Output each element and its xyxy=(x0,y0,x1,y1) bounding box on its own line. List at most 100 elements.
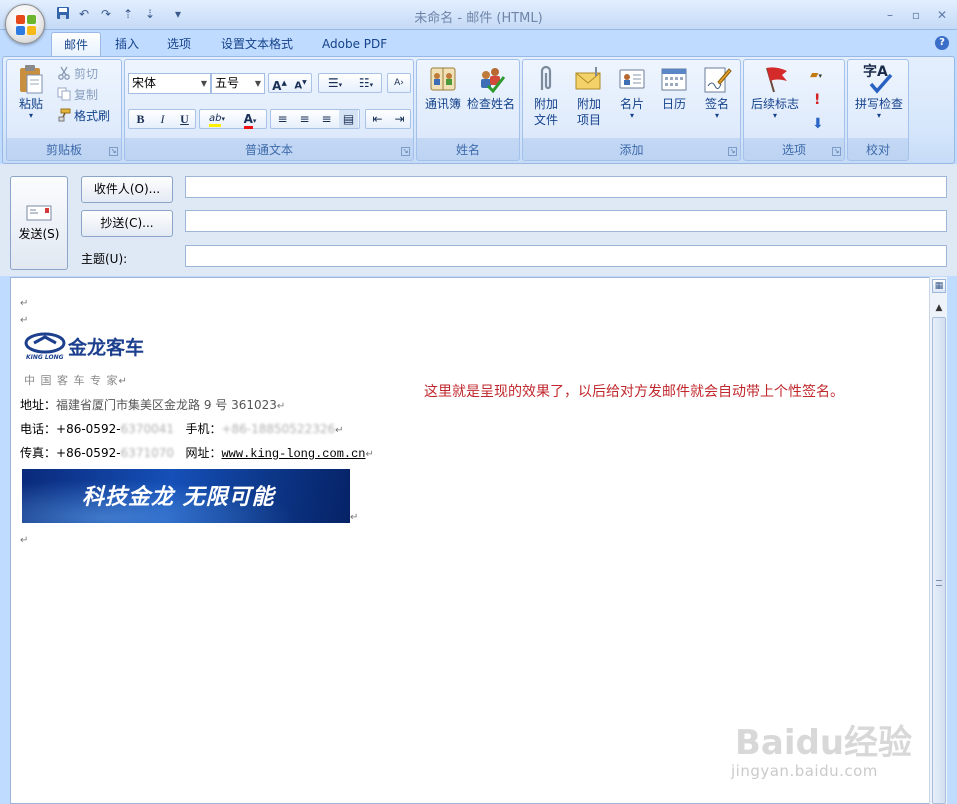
paragraph-mark: ↵ xyxy=(20,535,29,546)
low-importance-icon[interactable]: ⬇ xyxy=(812,116,826,132)
send-button[interactable]: 发送(S) xyxy=(10,176,68,270)
cc-button[interactable]: 抄送(C)... xyxy=(81,210,173,237)
tab-options[interactable]: 选项 xyxy=(155,32,203,57)
font-name-combo[interactable]: 宋体 ▼ xyxy=(128,73,211,94)
signature-button[interactable]: 签名 ▾ xyxy=(696,64,738,120)
basic-text-launcher-icon[interactable]: ↘ xyxy=(401,147,410,156)
spelling-check-icon: 字A xyxy=(863,64,895,94)
numbering-button[interactable]: ☷▾ xyxy=(351,74,381,92)
scroll-thumb[interactable] xyxy=(932,317,946,804)
align-group: ≡ ≡ ≡ ▤ xyxy=(270,109,360,129)
copy-button[interactable]: 复制 xyxy=(57,85,98,105)
justify-icon[interactable]: ▤ xyxy=(339,110,358,128)
calendar-button[interactable]: 日历 xyxy=(654,64,694,112)
basic-text-group: 宋体 ▼ 五号 ▼ A▲ A▼ ☰▾ ☷▾ A› B I U ab▾ A▾ ≡ ≡ … xyxy=(124,59,414,161)
scissors-icon xyxy=(57,66,71,80)
font-color-button[interactable]: A▾ xyxy=(234,110,266,129)
format-painter-icon xyxy=(57,108,71,122)
tab-insert[interactable]: 插入 xyxy=(103,32,151,57)
business-card-icon xyxy=(617,64,647,94)
attach-file-button[interactable]: 附加 文件 xyxy=(526,64,566,128)
copy-icon xyxy=(57,87,71,101)
bullets-button[interactable]: ☰▾ xyxy=(320,74,350,92)
format-painter-label: 格式刷 xyxy=(74,109,111,123)
tab-adobe-pdf[interactable]: Adobe PDF xyxy=(310,32,399,57)
to-field[interactable] xyxy=(185,176,947,198)
business-card-label: 名片 xyxy=(619,97,644,111)
attach-item-label-1: 附加 xyxy=(576,97,601,111)
font-grow-shrink-group: A▲ A▼ xyxy=(268,73,312,93)
attach-file-label-2: 文件 xyxy=(533,113,558,127)
spelling-button[interactable]: 字A 拼写检查 ▾ xyxy=(851,64,907,120)
names-group-label: 姓名 xyxy=(455,143,480,157)
subject-label: 主题(U): xyxy=(81,252,128,266)
categorize-icon[interactable]: ▰▾ xyxy=(810,68,836,84)
minimize-button[interactable]: – xyxy=(880,7,900,23)
follow-up-button[interactable]: 后续标志 ▾ xyxy=(747,64,803,120)
address-book-label: 通讯簿 xyxy=(424,97,461,111)
signature-label: 签名 xyxy=(704,97,729,111)
paste-button[interactable]: 粘贴 ▾ xyxy=(12,64,50,120)
align-left-icon[interactable]: ≡ xyxy=(273,110,292,128)
ribbon: 粘贴 ▾ 剪切 复制 格式刷 剪贴板 ↘ 宋体 ▼ 五号 ▼ A▲ A▼ ☰▾ ☷▾… xyxy=(2,56,955,164)
address-book-icon xyxy=(428,64,458,94)
highlight-button[interactable]: ab▾ xyxy=(201,110,233,128)
numbered-list-icon: ☷ xyxy=(358,76,370,90)
tab-mail[interactable]: 邮件 xyxy=(51,32,102,57)
business-card-button[interactable]: 名片 ▾ xyxy=(612,64,652,120)
options-launcher-icon[interactable]: ↘ xyxy=(832,147,841,156)
decrease-indent-icon[interactable]: ⇤ xyxy=(368,110,387,128)
shrink-font-button[interactable]: A▼ xyxy=(291,74,310,92)
maximize-button[interactable]: ▫ xyxy=(906,7,926,23)
cut-button[interactable]: 剪切 xyxy=(57,64,98,84)
chevron-down-icon: ▾ xyxy=(876,111,881,120)
grow-font-button[interactable]: A▲ xyxy=(270,74,289,93)
align-center-icon[interactable]: ≡ xyxy=(295,110,314,128)
font-size-combo[interactable]: 五号 ▼ xyxy=(211,73,265,94)
chevron-down-icon: ▾ xyxy=(714,111,719,120)
format-painter-button[interactable]: 格式刷 xyxy=(57,106,110,126)
indent-group: ⇤ ⇥ xyxy=(365,109,411,129)
baidu-watermark: Baidu经验 xyxy=(735,723,913,763)
scroll-up-icon[interactable]: ▲ xyxy=(932,303,946,315)
cc-field[interactable] xyxy=(185,210,947,232)
styles-icon[interactable]: A› xyxy=(389,74,409,92)
ruler-toggle-icon[interactable]: ▦ xyxy=(932,279,946,293)
address-book-button[interactable]: 通讯簿 xyxy=(421,64,465,112)
calendar-label: 日历 xyxy=(661,97,686,111)
italic-button[interactable]: I xyxy=(153,110,172,128)
help-icon[interactable]: ? xyxy=(935,36,949,50)
subject-field[interactable] xyxy=(185,245,947,267)
signature-banner: 科技金龙 无限可能 xyxy=(22,469,350,523)
biu-group: B I U xyxy=(128,109,196,129)
office-button[interactable] xyxy=(5,4,45,44)
color-group: ab▾ A▾ xyxy=(199,109,267,129)
bullet-list-icon: ☰ xyxy=(327,76,339,90)
check-names-button[interactable]: 检查姓名 xyxy=(465,64,517,112)
banner-text: 科技金龙 无限可能 xyxy=(82,485,275,510)
paragraph-mark: ↵ xyxy=(20,315,29,326)
logo-subtext: KING LONG xyxy=(26,354,64,361)
check-names-label: 检查姓名 xyxy=(466,97,515,111)
paragraph-mark: ↵ xyxy=(20,298,29,309)
bold-button[interactable]: B xyxy=(131,110,150,128)
calendar-icon xyxy=(659,64,689,94)
high-importance-icon[interactable]: ! xyxy=(814,92,828,108)
to-button[interactable]: 收件人(O)... xyxy=(81,176,173,203)
website-link[interactable]: www.king-long.com.cn xyxy=(221,447,365,461)
proofing-group-label: 校对 xyxy=(865,143,890,157)
include-launcher-icon[interactable]: ↘ xyxy=(728,147,737,156)
attach-item-button[interactable]: 附加 项目 xyxy=(568,64,610,128)
underline-button[interactable]: U xyxy=(175,110,194,128)
close-button[interactable]: ✕ xyxy=(932,7,952,23)
vertical-scrollbar[interactable]: ▦ ▲ xyxy=(929,277,947,804)
increase-indent-icon[interactable]: ⇥ xyxy=(390,110,409,128)
chevron-down-icon: ▼ xyxy=(200,79,208,88)
chevron-down-icon: ▾ xyxy=(629,111,634,120)
tab-format-text[interactable]: 设置文本格式 xyxy=(209,32,305,57)
clipboard-launcher-icon[interactable]: ↘ xyxy=(109,147,118,156)
align-right-icon[interactable]: ≡ xyxy=(317,110,336,128)
send-envelope-icon xyxy=(26,205,52,221)
follow-up-label: 后续标志 xyxy=(750,97,799,111)
check-names-icon xyxy=(476,64,506,94)
